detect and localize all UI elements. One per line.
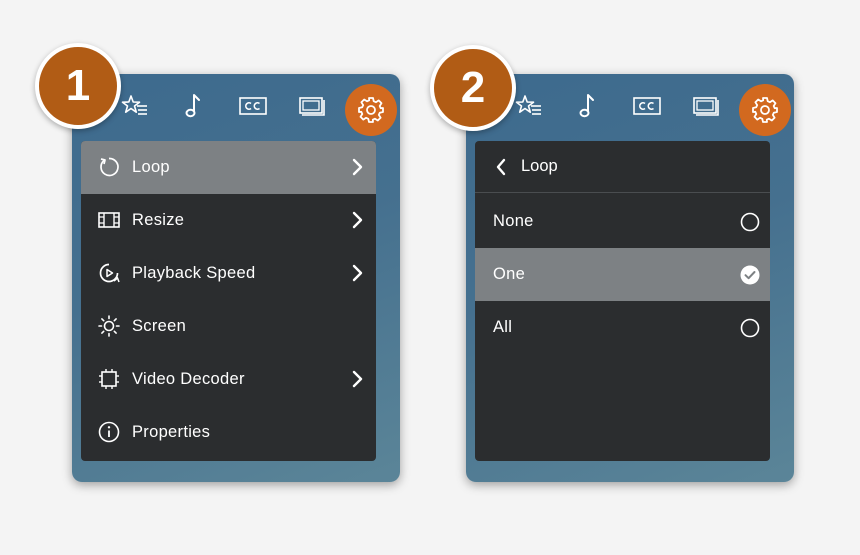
loop-option-none[interactable]: None (475, 195, 770, 248)
loop-option-all[interactable]: All (475, 301, 770, 354)
settings-button[interactable] (739, 84, 791, 136)
chevron-right-icon (352, 211, 363, 229)
radio-unchecked-icon (740, 212, 760, 232)
step-badge-1: 1 (35, 43, 121, 129)
gear-icon (358, 97, 384, 123)
loop-submenu: Loop None One All (475, 141, 770, 461)
player-panel-settings: Loop Resize Playback Speed Screen Video … (72, 74, 400, 482)
music-note-icon[interactable] (561, 80, 613, 132)
menu-item-label: Loop (132, 158, 170, 176)
radio-checked-icon (740, 265, 760, 285)
brightness-icon (98, 315, 120, 337)
menu-item-label: Playback Speed (132, 264, 256, 282)
resize-icon (98, 212, 120, 228)
menu-item-resize[interactable]: Resize (81, 194, 376, 247)
settings-menu: Loop Resize Playback Speed Screen Video … (81, 141, 376, 461)
settings-button[interactable] (345, 84, 397, 136)
menu-item-playback-speed[interactable]: Playback Speed (81, 247, 376, 300)
submenu-title: Loop (521, 157, 558, 175)
loop-submenu-header[interactable]: Loop (475, 141, 770, 193)
gear-icon (752, 97, 778, 123)
menu-item-label: Video Decoder (132, 370, 245, 388)
info-icon (98, 421, 120, 443)
closed-captions-icon[interactable] (621, 80, 673, 132)
menu-item-label: Properties (132, 423, 211, 441)
loop-icon (100, 157, 119, 177)
chevron-right-icon (352, 264, 363, 282)
menu-item-video-decoder[interactable]: Video Decoder (81, 353, 376, 406)
menu-item-label: Resize (132, 211, 185, 229)
option-label: None (493, 212, 534, 230)
loop-option-one[interactable]: One (475, 248, 770, 301)
menu-item-label: Screen (132, 317, 187, 335)
picture-in-picture-icon[interactable] (286, 80, 338, 132)
player-toolbar (72, 80, 400, 136)
chevron-left-icon (496, 158, 506, 176)
playback-speed-icon (99, 263, 120, 283)
step-badge-2: 2 (430, 45, 516, 131)
menu-item-screen[interactable]: Screen (81, 300, 376, 353)
chevron-right-icon (352, 158, 363, 176)
music-note-icon[interactable] (167, 80, 219, 132)
picture-in-picture-icon[interactable] (680, 80, 732, 132)
menu-item-properties[interactable]: Properties (81, 406, 376, 459)
player-panel-loop: Loop None One All (466, 74, 794, 482)
menu-item-loop[interactable]: Loop (81, 141, 376, 194)
option-label: One (493, 265, 526, 283)
option-label: All (493, 318, 513, 336)
closed-captions-icon[interactable] (227, 80, 279, 132)
chip-icon (99, 369, 119, 389)
radio-unchecked-icon (740, 318, 760, 338)
chevron-right-icon (352, 370, 363, 388)
